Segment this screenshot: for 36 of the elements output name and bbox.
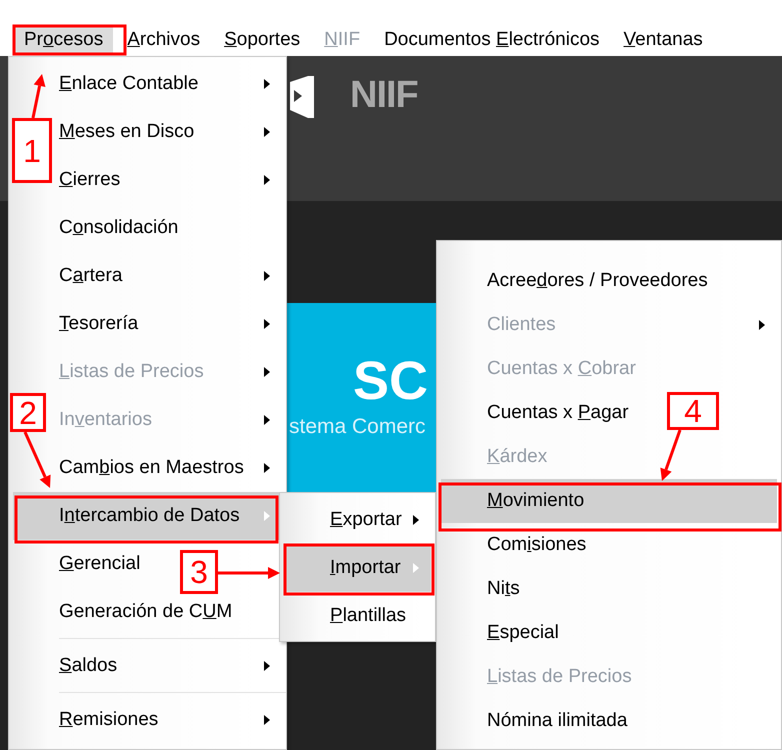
menu-item[interactable]: Nits <box>483 567 524 611</box>
logo-text: NIIF <box>350 73 418 118</box>
menu-item[interactable]: Remisiones <box>55 696 282 744</box>
menu-item[interactable]: Gerencial <box>55 540 144 588</box>
menu-item[interactable]: Cierres <box>55 156 282 204</box>
menu-item[interactable]: Tesorería <box>55 300 282 348</box>
step-number: 3 <box>180 550 218 594</box>
callout-arrow <box>660 430 682 481</box>
menu-item[interactable]: Cartera <box>55 252 282 300</box>
menu-item[interactable]: Saldos <box>55 642 282 690</box>
menu-item[interactable]: Intercambio de Datos <box>13 492 282 540</box>
banner-title: SC <box>353 350 430 413</box>
menu-item[interactable]: Exportar <box>326 496 431 544</box>
banner-subtitle: stema Comerc <box>289 414 427 440</box>
menu-item[interactable]: Movimiento <box>441 479 777 523</box>
menu-item[interactable]: Plantillas <box>326 592 410 640</box>
menu-item[interactable]: Cuentas x Pagar <box>483 391 633 435</box>
callout-arrow <box>24 431 51 488</box>
menu-item[interactable]: Consolidación <box>55 204 182 252</box>
menu-item[interactable]: Nómina ilimitada <box>483 699 632 743</box>
menu-item[interactable]: Acreedores / Proveedores <box>483 259 712 303</box>
step-number: 1 <box>12 118 52 183</box>
menu-item[interactable]: Enlace Contable <box>55 60 282 108</box>
callout-arrow <box>32 74 46 118</box>
menu-item[interactable]: Especial <box>483 611 563 655</box>
step-number: 4 <box>667 392 719 430</box>
menu-bar-item[interactable]: Documentos Electrónicos <box>374 26 610 54</box>
menu-item[interactable]: Comisiones <box>483 523 590 567</box>
step-number: 2 <box>10 393 46 432</box>
menu-bar-item[interactable]: Soportes <box>214 26 310 54</box>
menu-item[interactable]: Importar <box>284 544 431 592</box>
menu-item[interactable]: Cambios en Maestros <box>55 444 282 492</box>
menu-bar-item[interactable]: Ventanas <box>614 26 713 54</box>
menu-bar-item[interactable]: Archivos <box>117 26 210 54</box>
callout-arrow <box>218 567 280 579</box>
menu-item[interactable]: Meses en Disco <box>55 108 282 156</box>
